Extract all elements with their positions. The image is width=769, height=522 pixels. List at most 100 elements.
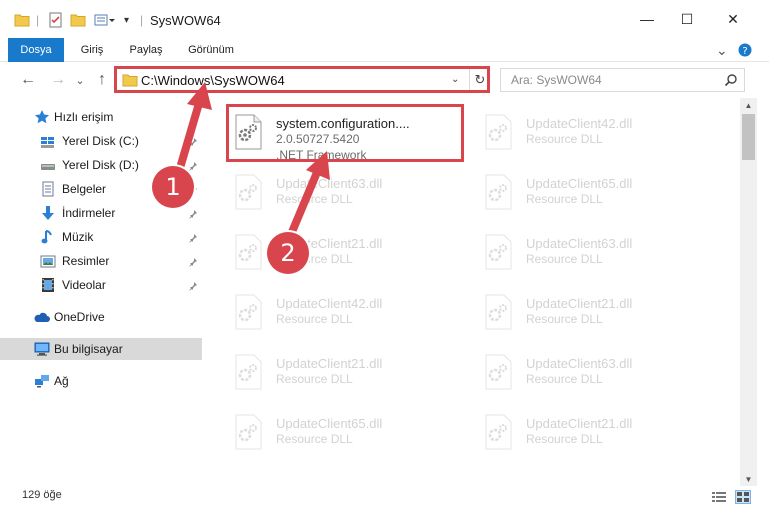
scroll-down-icon[interactable]: ▼ <box>740 472 757 486</box>
sidebar-item-label: Müzik <box>62 230 94 244</box>
file-type: Resource DLL <box>526 312 603 326</box>
sidebar-item-this-pc[interactable]: Bu bilgisayar <box>0 338 202 360</box>
file-tile[interactable]: UpdateClient65.dll Resource DLL <box>478 166 713 224</box>
tab-dosya[interactable]: Dosya <box>8 38 64 62</box>
file-tile[interactable]: UpdateClient42.dll Resource DLL <box>478 106 713 164</box>
tab-gorunum[interactable]: Görünüm <box>180 38 242 62</box>
tab-giris[interactable]: Giriş <box>72 38 112 62</box>
sidebar-item-label: İndirmeler <box>62 206 116 220</box>
videos-icon <box>40 277 56 293</box>
gear-file-icon <box>232 354 264 390</box>
sidebar-item-onedrive[interactable]: OneDrive <box>0 306 202 328</box>
search-input[interactable]: Ara: SysWOW64 <box>511 73 602 87</box>
separator: | <box>140 13 144 27</box>
file-type: Resource DLL <box>526 132 603 146</box>
file-type: Resource DLL <box>526 252 603 266</box>
quick-access-dropdown-icon[interactable]: ▾ <box>124 12 129 28</box>
title-bar: | ▾ | SysWOW64 — ☐ ✕ <box>0 0 769 38</box>
pin-icon[interactable] <box>188 256 198 267</box>
sidebar-item-quick-access[interactable]: Hızlı erişim <box>0 106 202 128</box>
file-type: Resource DLL <box>526 432 603 446</box>
tab-paylas[interactable]: Paylaş <box>124 38 168 62</box>
file-type: Resource DLL <box>276 372 353 386</box>
back-button[interactable]: ← <box>18 71 38 89</box>
file-tile[interactable]: UpdateClient63.dll Resource DLL <box>478 226 713 284</box>
file-name: UpdateClient42.dll <box>526 116 633 131</box>
vertical-scrollbar[interactable]: ▲ ▼ <box>740 98 757 486</box>
gear-file-icon <box>482 294 514 330</box>
documents-icon <box>40 181 56 197</box>
sidebar-item-label: Yerel Disk (C:) <box>62 134 139 148</box>
ribbon-expand-icon[interactable]: ⌄ <box>716 42 728 58</box>
file-tile[interactable]: UpdateClient42.dll Resource DLL <box>228 286 463 344</box>
pin-icon[interactable] <box>188 136 198 147</box>
pin-icon[interactable] <box>188 160 198 171</box>
navigation-pane: Hızlı erişim Yerel Disk (C:) Yerel Disk … <box>0 98 204 480</box>
up-button[interactable]: ↑ <box>92 71 112 89</box>
gear-file-icon <box>232 414 264 450</box>
ribbon-tabs: Dosya Giriş Paylaş Görünüm ⌄ ? <box>0 38 769 62</box>
tiles-view-icon[interactable] <box>735 490 751 504</box>
file-name: UpdateClient63.dll <box>526 356 633 371</box>
sidebar-item-local-disk-c[interactable]: Yerel Disk (C:) <box>0 130 202 152</box>
file-name: UpdateClient65.dll <box>526 176 633 191</box>
gear-file-icon <box>482 174 514 210</box>
step-badge-2: 2 <box>267 232 309 274</box>
sidebar-item-videos[interactable]: Videolar <box>0 274 202 296</box>
gear-file-icon <box>482 114 514 150</box>
file-name: UpdateClient65.dll <box>276 416 383 431</box>
address-highlight-box <box>114 66 490 93</box>
quick-access-customize-icon[interactable] <box>94 12 116 28</box>
file-tile[interactable]: UpdateClient63.dll Resource DLL <box>228 166 463 224</box>
scroll-up-icon[interactable]: ▲ <box>740 98 757 112</box>
forward-button[interactable]: → <box>48 71 68 89</box>
file-tile[interactable]: UpdateClient21.dll Resource DLL <box>228 226 463 284</box>
pin-icon[interactable] <box>188 280 198 291</box>
sidebar-item-label: OneDrive <box>54 310 105 324</box>
step-badge-1: 1 <box>152 166 194 208</box>
properties-icon[interactable] <box>48 12 64 28</box>
file-tile[interactable]: UpdateClient65.dll Resource DLL <box>228 406 463 464</box>
new-folder-icon[interactable] <box>70 12 86 28</box>
window-title: SysWOW64 <box>150 13 221 28</box>
status-bar: 129 öğe <box>0 486 769 508</box>
drive-icon <box>40 133 56 149</box>
sidebar-item-pictures[interactable]: Resimler <box>0 250 202 272</box>
recent-locations-button[interactable]: ⌄ <box>70 71 90 89</box>
details-view-icon[interactable] <box>711 490 727 504</box>
file-name: UpdateClient63.dll <box>526 236 633 251</box>
music-icon <box>40 229 56 245</box>
sidebar-item-label: Hızlı erişim <box>54 110 114 124</box>
onedrive-icon <box>34 310 50 326</box>
file-highlight-box <box>226 104 464 162</box>
pin-icon[interactable] <box>188 232 198 243</box>
sidebar-item-label: Videolar <box>62 278 106 292</box>
minimize-button[interactable]: — <box>632 8 662 30</box>
sidebar-item-music[interactable]: Müzik <box>0 226 202 248</box>
file-tile[interactable]: UpdateClient21.dll Resource DLL <box>228 346 463 404</box>
gear-file-icon <box>232 174 264 210</box>
download-icon <box>40 205 56 221</box>
search-box[interactable]: Ara: SysWOW64 <box>500 68 745 92</box>
file-name: UpdateClient63.dll <box>276 176 383 191</box>
pin-icon[interactable] <box>188 208 198 219</box>
file-tile[interactable]: UpdateClient21.dll Resource DLL <box>478 286 713 344</box>
file-type: Resource DLL <box>526 192 603 206</box>
gear-file-icon <box>482 234 514 270</box>
file-type: Resource DLL <box>276 432 353 446</box>
file-type: Resource DLL <box>276 312 353 326</box>
maximize-button[interactable]: ☐ <box>672 8 702 30</box>
close-button[interactable]: ✕ <box>718 8 748 30</box>
gear-file-icon <box>232 294 264 330</box>
file-tile[interactable]: UpdateClient63.dll Resource DLL <box>478 346 713 404</box>
scroll-thumb[interactable] <box>742 114 755 160</box>
separator: | <box>36 13 40 27</box>
help-icon[interactable]: ? <box>738 42 752 58</box>
svg-text:?: ? <box>742 46 747 57</box>
gear-file-icon <box>232 234 264 270</box>
search-icon[interactable] <box>724 73 738 87</box>
sidebar-item-network[interactable]: Ağ <box>0 370 202 392</box>
sidebar-item-label: Bu bilgisayar <box>54 342 123 356</box>
file-tile[interactable]: UpdateClient21.dll Resource DLL <box>478 406 713 464</box>
sidebar-item-label: Resimler <box>62 254 110 268</box>
